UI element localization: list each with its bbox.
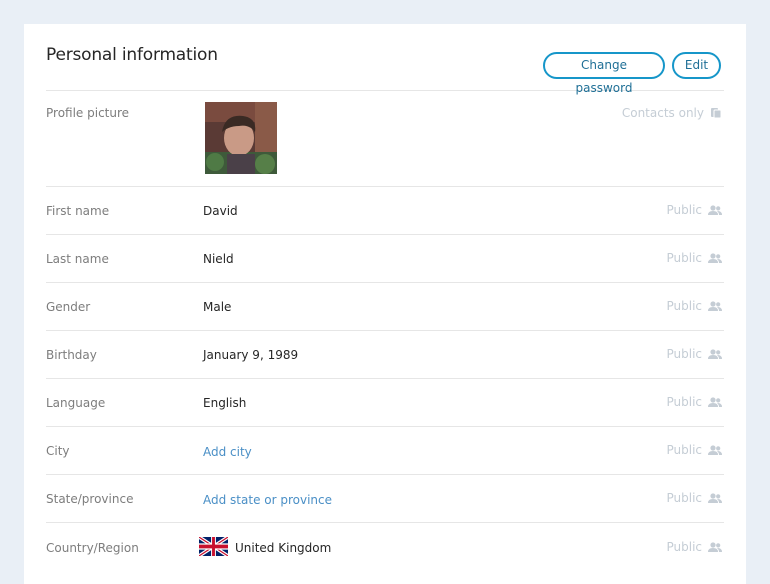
people-icon <box>708 396 722 407</box>
row-first-name: First name David Public <box>46 186 724 235</box>
birthday-value: January 9, 1989 <box>203 348 299 362</box>
state-label: State/province <box>46 492 134 506</box>
birthday-label: Birthday <box>46 348 97 362</box>
privacy-public[interactable]: Public <box>666 299 722 313</box>
privacy-contacts-only[interactable]: Contacts only <box>622 106 722 120</box>
people-icon <box>708 492 722 503</box>
privacy-label: Contacts only <box>621 106 704 120</box>
country-value: United Kingdom <box>235 541 332 555</box>
privacy-label: Public <box>666 443 702 457</box>
card-header: Personal information Change password Edi… <box>46 24 724 95</box>
people-icon <box>708 541 722 552</box>
privacy-public[interactable]: Public <box>666 347 722 361</box>
row-country-region: Country/Region United Kingdom Public <box>46 522 724 570</box>
contact-card-icon <box>711 108 722 119</box>
row-language: Language English Public <box>46 378 724 427</box>
personal-info-card: Personal information Change password Edi… <box>24 24 746 584</box>
avatar <box>205 102 277 174</box>
gender-value: Male <box>203 300 232 314</box>
row-birthday: Birthday January 9, 1989 Public <box>46 330 724 379</box>
language-value: English <box>203 396 247 410</box>
privacy-public[interactable]: Public <box>666 540 722 554</box>
last-name-value: Nield <box>203 252 234 266</box>
people-icon <box>708 348 722 359</box>
first-name-label: First name <box>46 204 110 218</box>
privacy-label: Public <box>666 299 702 313</box>
privacy-label: Public <box>666 491 702 505</box>
last-name-label: Last name <box>46 252 109 266</box>
row-city: City Add city Public <box>46 426 724 475</box>
row-profile-picture: Profile picture Contacts only <box>46 90 724 187</box>
country-label: Country/Region <box>46 541 139 555</box>
people-icon <box>708 444 722 455</box>
city-label: City <box>46 444 70 458</box>
add-city-link[interactable]: Add city <box>203 445 252 459</box>
language-label: Language <box>46 396 106 410</box>
people-icon <box>708 252 722 263</box>
add-state-link[interactable]: Add state or province <box>203 493 332 507</box>
privacy-label: Public <box>666 251 702 265</box>
uk-flag-icon <box>199 537 228 556</box>
people-icon <box>708 204 722 215</box>
gender-label: Gender <box>46 300 91 314</box>
privacy-public[interactable]: Public <box>666 443 722 457</box>
privacy-public[interactable]: Public <box>666 203 722 217</box>
row-gender: Gender Male Public <box>46 282 724 331</box>
row-state-province: State/province Add state or province Pub… <box>46 474 724 523</box>
page-title: Personal information <box>46 45 218 65</box>
change-password-button[interactable]: Change password <box>543 52 665 95</box>
privacy-label: Public <box>666 395 702 409</box>
privacy-label: Public <box>666 540 702 554</box>
privacy-public[interactable]: Public <box>666 251 722 265</box>
edit-button[interactable]: Edit <box>672 52 721 79</box>
profile-picture-label: Profile picture <box>46 106 130 120</box>
privacy-label: Public <box>666 203 702 217</box>
privacy-public[interactable]: Public <box>666 395 722 409</box>
privacy-label: Public <box>666 347 702 361</box>
row-last-name: Last name Nield Public <box>46 234 724 283</box>
people-icon <box>708 300 722 311</box>
privacy-public[interactable]: Public <box>666 491 722 505</box>
first-name-value: David <box>203 204 238 218</box>
